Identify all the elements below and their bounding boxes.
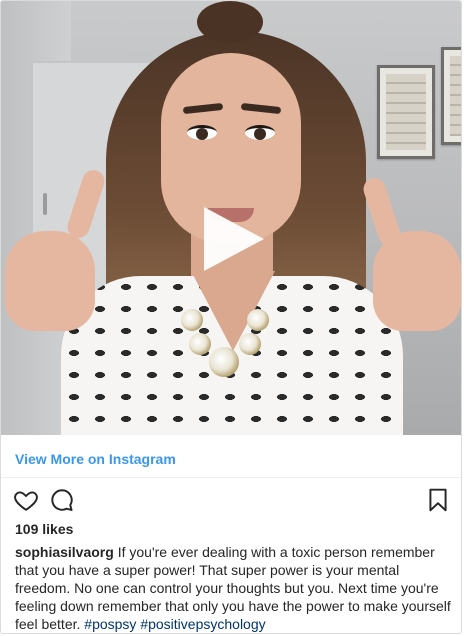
- play-icon: [204, 207, 264, 271]
- post-caption: sophiasilvaorg If you're ever dealing wi…: [15, 543, 451, 633]
- instagram-embed: View More on Instagram 109 likes sophias…: [0, 0, 462, 634]
- hashtag-link[interactable]: #positivepsychology: [140, 616, 265, 632]
- hair-bun: [197, 1, 263, 43]
- necklace-pearl: [247, 309, 269, 331]
- wall-frame: [377, 65, 435, 159]
- left-hand: [5, 231, 95, 331]
- right-eyebrow: [240, 102, 282, 115]
- video-thumbnail[interactable]: [1, 1, 461, 435]
- door-handle: [43, 193, 47, 215]
- necklace-pearl: [209, 347, 239, 377]
- necklace-pearl: [181, 309, 203, 331]
- comment-icon[interactable]: [49, 487, 75, 518]
- necklace-pearl: [239, 333, 261, 355]
- likes-count[interactable]: 109 likes: [15, 521, 73, 537]
- divider: [1, 477, 461, 478]
- view-more-link[interactable]: View More on Instagram: [15, 451, 176, 467]
- left-eyebrow: [182, 102, 224, 115]
- play-button[interactable]: [198, 205, 266, 273]
- heart-icon[interactable]: [13, 487, 39, 518]
- wall-frame: [441, 47, 461, 145]
- left-eye: [187, 125, 217, 140]
- username-link[interactable]: sophiasilvaorg: [15, 544, 114, 560]
- right-hand: [373, 231, 461, 331]
- right-eye: [245, 125, 275, 140]
- right-index-finger: [360, 175, 404, 249]
- bookmark-icon[interactable]: [425, 487, 451, 518]
- hashtag-link[interactable]: #pospsy: [84, 616, 136, 632]
- necklace-pearl: [189, 333, 211, 355]
